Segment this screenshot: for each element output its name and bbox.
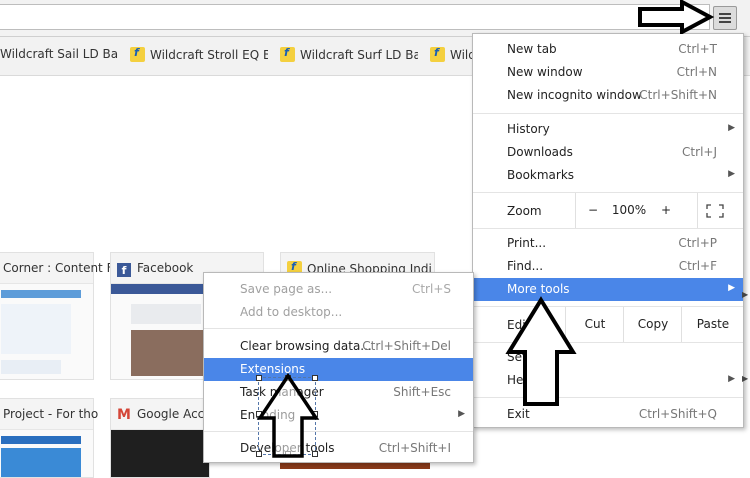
menu-item-find[interactable]: Find... Ctrl+F [473,255,743,278]
tile-thumbnail [111,429,209,477]
menu-item-new-incognito[interactable]: New incognito window Ctrl+Shift+N [473,84,743,107]
address-bar[interactable] [0,4,710,30]
most-visited-tile[interactable]: Project - For tho [0,398,98,478]
menu-separator [473,113,743,114]
fullscreen-button[interactable] [697,193,732,228]
submenu-arrow-icon: ▶ [728,169,735,179]
paste-button[interactable]: Paste [681,307,744,342]
submenu-item-encoding[interactable]: Encoding ▶ [204,404,473,427]
menu-item-history[interactable]: History ▶ [473,118,743,141]
submenu-arrow-icon: ▶ [728,374,735,384]
menu-item-print[interactable]: Print... Ctrl+P [473,232,743,255]
submenu-arrow-icon: ▶ [458,409,465,419]
zoom-label: Zoom [507,204,542,218]
menu-shortcut: Ctrl+S [411,282,451,296]
tile-title: f Facebook [117,261,193,277]
menu-label: New window [507,65,583,79]
tile-thumbnail [0,283,93,379]
menu-label: More tools [507,282,570,296]
annotation-arrow-up-icon [505,296,577,406]
bookmark-item[interactable]: Wildcraft Stroll EQ Ba [130,47,268,65]
menu-shortcut: Ctrl+F [678,259,717,273]
menu-item-downloads[interactable]: Downloads Ctrl+J [473,141,743,164]
bookmark-label: Wildcraft Surf LD Back [300,48,418,62]
menu-shortcut: Ctrl+Shift+Del [362,339,451,353]
fullscreen-icon [706,203,724,218]
zoom-level: 100% [611,203,647,217]
menu-label: Bookmarks [507,168,575,182]
bookmark-item[interactable]: Wild [430,47,475,65]
flipkart-icon [430,47,445,62]
submenu-arrow-icon: ▶ [728,123,735,133]
menu-separator [204,328,473,329]
annotation-arrow-right-icon [638,0,715,34]
submenu-item-extensions[interactable]: Extensions [204,358,473,381]
menu-label: Add to desktop... [240,305,343,319]
tile-title-text: Google Acco [136,407,212,421]
submenu-item-add-desktop[interactable]: Add to desktop... [204,301,473,324]
menu-item-new-window[interactable]: New window Ctrl+N [473,61,743,84]
chrome-menu-button[interactable] [713,6,737,30]
most-visited-tile[interactable]: M Google Acco [110,398,212,478]
flipkart-icon [130,47,145,62]
menu-row-zoom: Zoom − 100% + [473,193,743,228]
most-visited-tile[interactable]: Corner : Content F [0,252,113,380]
tile-title: M Google Acco [117,407,212,423]
bookmark-label: Wildcraft Stroll EQ Ba [150,48,268,62]
menu-separator [204,431,473,432]
tile-title: Project - For tho [3,407,99,421]
submenu-item-task-manager[interactable]: Task manager Shift+Esc [204,381,473,404]
menu-label: New tab [507,42,557,56]
zoom-in-button[interactable]: + [649,193,683,228]
facebook-icon: f [117,263,131,277]
submenu-arrow-icon: ▶ [728,283,735,293]
menu-shortcut: Ctrl+Shift+I [378,441,451,455]
bookmark-item[interactable]: Wildcraft Sail LD Back [0,47,118,65]
submenu-item-clear-data[interactable]: Clear browsing data... Ctrl+Shift+Del [204,335,473,358]
menu-shortcut: Ctrl+Shift+N [639,88,717,102]
menu-shortcut: Ctrl+P [678,236,717,250]
bookmark-label: Wildcraft Sail LD Back [0,47,118,61]
flipkart-icon [280,47,295,62]
bookmark-item[interactable]: Wildcraft Surf LD Back [280,47,418,65]
menu-shortcut: Ctrl+J [682,145,717,159]
menu-item-bookmarks[interactable]: Bookmarks ▶ [473,164,743,187]
menu-label: History [507,122,550,136]
tile-thumbnail [0,429,93,477]
tile-title-text: Facebook [137,261,194,275]
menu-label: Print... [507,236,547,250]
gmail-icon: M [117,407,131,423]
menu-separator [473,228,743,229]
partial-arrow-icon: ▶ [742,374,749,383]
menu-label: Find... [507,259,544,273]
zoom-out-button[interactable]: − [575,193,610,228]
menu-shortcut: Ctrl+Shift+Q [638,407,717,421]
menu-item-new-tab[interactable]: New tab Ctrl+T [473,38,743,61]
menu-label: Exit [507,407,530,421]
menu-shortcut: Ctrl+N [676,65,717,79]
menu-shortcut: Ctrl+T [678,42,717,56]
submenu-item-save-page[interactable]: Save page as... Ctrl+S [204,278,473,301]
tile-title: Corner : Content F [3,261,114,275]
more-tools-submenu: Save page as... Ctrl+S Add to desktop...… [203,272,474,463]
submenu-item-dev-tools[interactable]: Developer tools Ctrl+Shift+I [204,437,473,460]
menu-label: Downloads [507,145,573,159]
menu-label: Save page as... [240,282,333,296]
menu-shortcut: Shift+Esc [393,385,451,399]
menu-label: Clear browsing data... [240,339,372,353]
copy-button[interactable]: Copy [623,307,682,342]
annotation-arrow-up-small-icon [256,372,320,458]
partial-arrow-icon: ▶ [742,290,749,299]
menu-label: New incognito window [507,88,642,102]
